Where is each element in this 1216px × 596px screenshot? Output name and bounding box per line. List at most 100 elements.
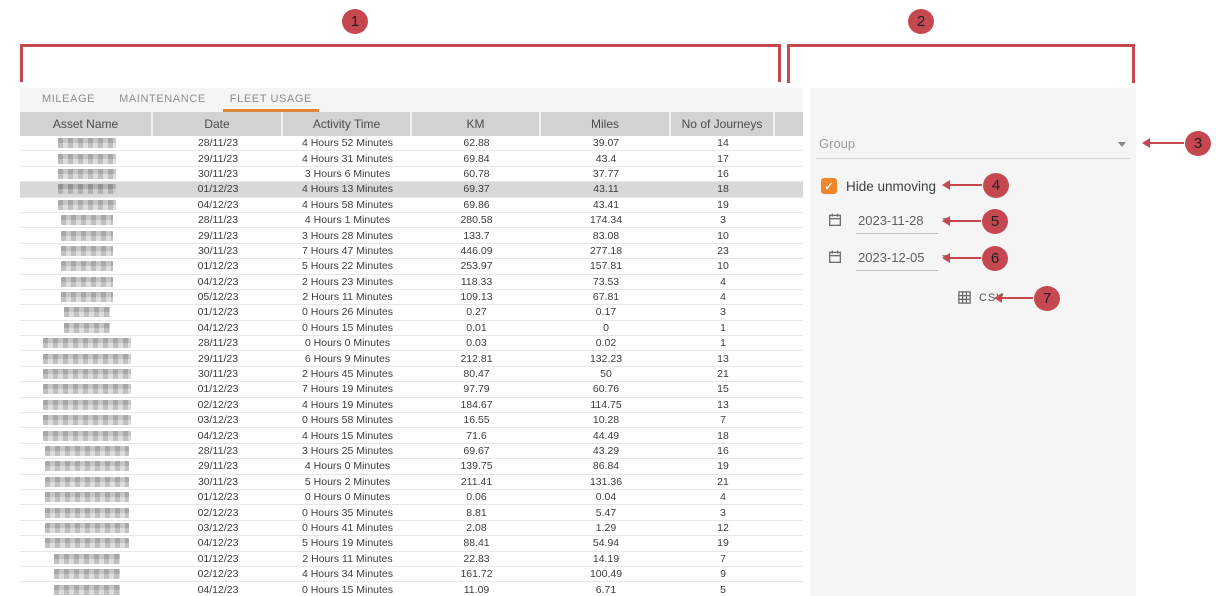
cell-date: 01/12/23 <box>153 259 283 273</box>
cell-date: 28/11/23 <box>153 444 283 458</box>
redacted-asset-name <box>61 246 113 256</box>
cell-miles: 0.04 <box>541 490 671 504</box>
cell-miles: 277.18 <box>541 244 671 258</box>
table-row[interactable]: 01/12/230 Hours 0 Minutes0.060.044 <box>20 490 803 505</box>
table-row[interactable]: 30/11/233 Hours 6 Minutes60.7837.7716 <box>20 167 803 182</box>
checkbox-checked-icon[interactable]: ✓ <box>821 178 837 194</box>
cell-asset-name <box>20 582 153 596</box>
table-row[interactable]: 01/12/230 Hours 26 Minutes0.270.173 <box>20 305 803 320</box>
cell-journeys: 4 <box>671 490 775 504</box>
hide-unmoving-toggle[interactable]: ✓ Hide unmoving <box>821 178 936 194</box>
group-dropdown[interactable]: Group <box>816 130 1130 159</box>
redacted-asset-name <box>61 231 113 241</box>
cell-date: 03/12/23 <box>153 413 283 427</box>
cell-journeys: 12 <box>671 521 775 535</box>
date-to-picker[interactable]: 2023-12-05 <box>827 249 950 265</box>
table-row[interactable]: 04/12/230 Hours 15 Minutes0.0101 <box>20 321 803 336</box>
date-from-value: 2023-11-28 <box>858 213 930 228</box>
cell-km: 80.47 <box>412 367 541 381</box>
tab-fleet-usage[interactable]: FLEET USAGE <box>223 88 319 112</box>
annotation-arrow-4 <box>949 184 982 186</box>
annotation-arrow-6 <box>949 257 981 259</box>
cell-km: 62.88 <box>412 136 541 150</box>
table-row[interactable]: 29/11/234 Hours 0 Minutes139.7586.8419 <box>20 459 803 474</box>
table-row[interactable]: 28/11/234 Hours 1 Minutes280.58174.343 <box>20 213 803 228</box>
cell-journeys: 16 <box>671 444 775 458</box>
cell-date: 30/11/23 <box>153 244 283 258</box>
cell-stub <box>775 536 803 550</box>
annotation-marker-6: 6 <box>982 246 1008 271</box>
table-row[interactable]: 05/12/232 Hours 11 Minutes109.1367.814 <box>20 290 803 305</box>
cell-activity-time: 4 Hours 13 Minutes <box>283 182 412 196</box>
cell-km: 11.09 <box>412 582 541 596</box>
cell-date: 30/11/23 <box>153 167 283 181</box>
table-row[interactable]: 29/11/233 Hours 28 Minutes133.783.0810 <box>20 228 803 243</box>
redacted-asset-name <box>43 338 131 348</box>
table-row[interactable]: 28/11/234 Hours 52 Minutes62.8839.0714 <box>20 136 803 151</box>
cell-asset-name <box>20 321 153 335</box>
cell-journeys: 14 <box>671 136 775 150</box>
cell-journeys: 5 <box>671 582 775 596</box>
table-row[interactable]: 04/12/234 Hours 58 Minutes69.8643.4119 <box>20 198 803 213</box>
cell-journeys: 7 <box>671 413 775 427</box>
table-row[interactable]: 30/11/237 Hours 47 Minutes446.09277.1823 <box>20 244 803 259</box>
cell-stub <box>775 413 803 427</box>
cell-journeys: 10 <box>671 259 775 273</box>
cell-miles: 43.41 <box>541 198 671 212</box>
cell-miles: 67.81 <box>541 290 671 304</box>
table-row[interactable]: 01/12/237 Hours 19 Minutes97.7960.7615 <box>20 382 803 397</box>
cell-miles: 54.94 <box>541 536 671 550</box>
table-row[interactable]: 03/12/230 Hours 41 Minutes2.081.2912 <box>20 521 803 536</box>
cell-journeys: 19 <box>671 459 775 473</box>
cell-asset-name <box>20 536 153 550</box>
table-row[interactable]: 28/11/230 Hours 0 Minutes0.030.021 <box>20 336 803 351</box>
cell-km: 97.79 <box>412 382 541 396</box>
cell-miles: 14.19 <box>541 552 671 566</box>
table-row[interactable]: 30/11/232 Hours 45 Minutes80.475021 <box>20 367 803 382</box>
table-row[interactable]: 03/12/230 Hours 58 Minutes16.5510.287 <box>20 413 803 428</box>
redacted-asset-name <box>43 369 131 379</box>
table-row[interactable]: 04/12/232 Hours 23 Minutes118.3373.534 <box>20 275 803 290</box>
cell-activity-time: 4 Hours 34 Minutes <box>283 567 412 581</box>
table-row[interactable]: 04/12/234 Hours 15 Minutes71.644.4918 <box>20 428 803 443</box>
table-row[interactable]: 29/11/234 Hours 31 Minutes69.8443.417 <box>20 151 803 166</box>
column-header: Asset Name <box>20 112 153 136</box>
redacted-asset-name <box>45 461 129 471</box>
cell-activity-time: 6 Hours 9 Minutes <box>283 351 412 365</box>
redacted-asset-name <box>45 446 129 456</box>
cell-asset-name <box>20 413 153 427</box>
annotation-marker-1: 1 <box>342 9 368 34</box>
table-row[interactable]: 02/12/230 Hours 35 Minutes8.815.473 <box>20 505 803 520</box>
cell-stub <box>775 305 803 319</box>
table-row[interactable]: 28/11/233 Hours 25 Minutes69.6743.2916 <box>20 444 803 459</box>
date-from-picker[interactable]: 2023-11-28 <box>827 212 950 228</box>
tab-maintenance[interactable]: MAINTENANCE <box>112 88 213 112</box>
table-row[interactable]: 02/12/234 Hours 19 Minutes184.67114.7513 <box>20 398 803 413</box>
cell-activity-time: 4 Hours 19 Minutes <box>283 398 412 412</box>
cell-activity-time: 0 Hours 35 Minutes <box>283 505 412 519</box>
table-body: 28/11/234 Hours 52 Minutes62.8839.071429… <box>20 136 803 596</box>
cell-km: 139.75 <box>412 459 541 473</box>
cell-journeys: 7 <box>671 552 775 566</box>
table-row[interactable]: 01/12/234 Hours 13 Minutes69.3743.1118 <box>20 182 803 197</box>
cell-asset-name <box>20 136 153 150</box>
cell-journeys: 1 <box>671 336 775 350</box>
table-row[interactable]: 29/11/236 Hours 9 Minutes212.81132.2313 <box>20 351 803 366</box>
cell-date: 04/12/23 <box>153 536 283 550</box>
cell-activity-time: 0 Hours 41 Minutes <box>283 521 412 535</box>
cell-date: 29/11/23 <box>153 151 283 165</box>
table-row[interactable]: 01/12/232 Hours 11 Minutes22.8314.197 <box>20 552 803 567</box>
cell-asset-name <box>20 382 153 396</box>
cell-activity-time: 2 Hours 11 Minutes <box>283 552 412 566</box>
table-row[interactable]: 02/12/234 Hours 34 Minutes161.72100.499 <box>20 567 803 582</box>
cell-journeys: 19 <box>671 198 775 212</box>
table-row[interactable]: 04/12/230 Hours 15 Minutes11.096.715 <box>20 582 803 596</box>
table-row[interactable]: 04/12/235 Hours 19 Minutes88.4154.9419 <box>20 536 803 551</box>
table-row[interactable]: 30/11/235 Hours 2 Minutes211.41131.3621 <box>20 475 803 490</box>
redacted-asset-name <box>43 431 131 441</box>
tab-mileage[interactable]: MILEAGE <box>35 88 102 112</box>
table-row[interactable]: 01/12/235 Hours 22 Minutes253.97157.8110 <box>20 259 803 274</box>
redacted-asset-name <box>58 184 116 194</box>
date-to-value: 2023-12-05 <box>858 250 930 265</box>
annotation-bracket-sidebar <box>787 44 1135 83</box>
